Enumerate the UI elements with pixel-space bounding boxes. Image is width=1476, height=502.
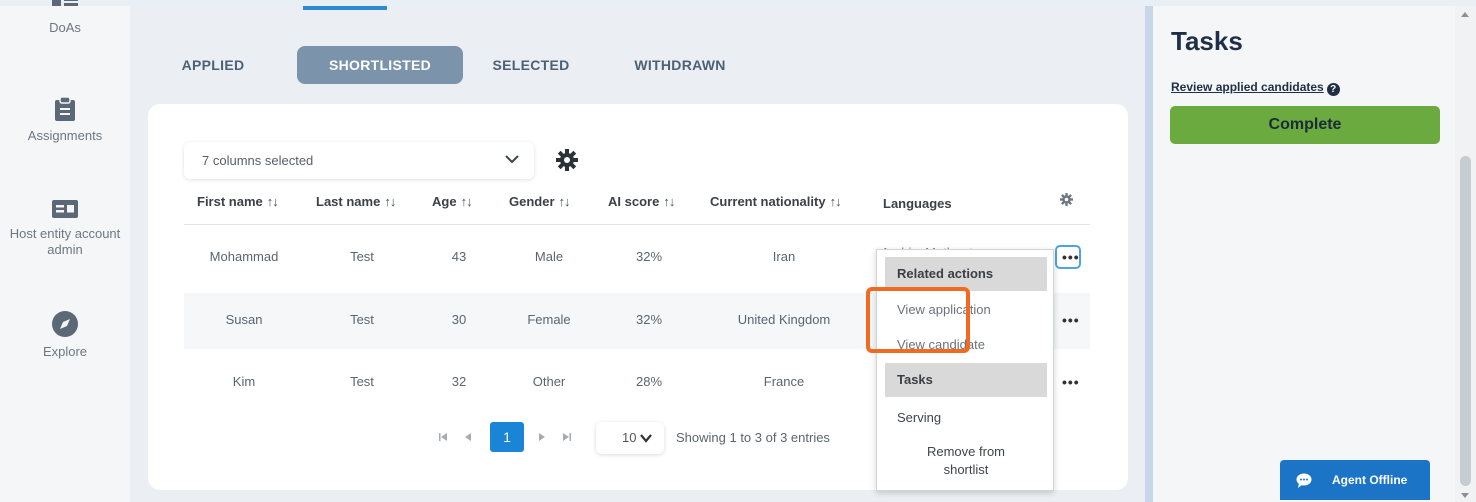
row-actions-button[interactable]: •••	[1062, 313, 1080, 327]
nav-label-explore: Explore	[42, 344, 88, 359]
column-header-ai-score[interactable]: AI score ↑↓	[608, 194, 675, 209]
menu-item-view-application[interactable]: View application	[897, 302, 991, 317]
cell-gender: Other	[532, 374, 566, 389]
tab-applied[interactable]: APPLIED	[168, 46, 258, 84]
cell-nationality: United Kingdom	[737, 312, 831, 327]
column-select-value: 7 columns selected	[202, 153, 314, 168]
column-header-last-name[interactable]: Last name ↑↓	[316, 194, 396, 209]
column-header-age[interactable]: Age ↑↓	[432, 194, 473, 209]
tasks-title: Tasks	[1171, 26, 1243, 56]
nav-item-explore[interactable]: Explore	[0, 310, 130, 360]
scrollbar-thumb[interactable]	[1460, 156, 1471, 486]
chat-status-label: Agent Offline	[1332, 473, 1408, 487]
next-page-icon[interactable]	[538, 432, 546, 442]
compass-icon	[52, 311, 78, 337]
clipboard-icon	[55, 96, 75, 121]
chat-widget[interactable]: Agent Offline	[1280, 460, 1430, 500]
pagination-summary: Showing 1 to 3 of 3 entries	[676, 430, 830, 445]
cell-age: 32	[451, 374, 467, 389]
cell-last-name: Test	[350, 312, 374, 327]
cell-ai-score: 32%	[635, 249, 663, 264]
nav-item-doas[interactable]: DoAs	[0, 0, 130, 36]
scrollbar[interactable]	[1455, 6, 1476, 502]
row-actions-button[interactable]: •••	[1062, 250, 1080, 264]
scroll-up-icon[interactable]	[1461, 12, 1469, 17]
cell-first-name: Kim	[232, 374, 256, 389]
cell-gender: Female	[527, 312, 571, 327]
tab-shortlisted[interactable]: SHORTLISTED	[297, 46, 463, 84]
sort-icon: ↑↓	[558, 194, 571, 209]
id-card-icon	[52, 200, 78, 218]
chevron-down-icon	[640, 434, 652, 443]
cell-first-name: Mohammad	[209, 249, 279, 264]
last-page-icon[interactable]	[562, 432, 572, 442]
column-settings-gear-icon[interactable]	[1060, 193, 1073, 206]
tasks-panel: Tasks Review applied candidates? Complet…	[1153, 6, 1455, 502]
chat-bubble-icon	[1296, 473, 1312, 488]
sort-icon: ↑↓	[829, 194, 842, 209]
row-actions-button[interactable]: •••	[1062, 375, 1080, 389]
menu-header-tasks: Tasks	[885, 363, 1047, 397]
cell-nationality: Iran	[772, 249, 796, 264]
review-applied-link[interactable]: Review applied candidates?	[1171, 80, 1340, 96]
nav-item-assignments[interactable]: Assignments	[0, 96, 130, 144]
page-button-current[interactable]: 1	[490, 422, 524, 452]
settings-gear-icon[interactable]	[556, 149, 578, 171]
cell-age: 43	[451, 249, 467, 264]
menu-item-remove-shortlist[interactable]: Remove from shortlist	[877, 443, 1055, 479]
chevron-down-icon	[505, 155, 519, 164]
menu-item-view-candidate[interactable]: View candidate	[897, 337, 985, 352]
nav-label-doas: DoAs	[49, 20, 81, 35]
cell-last-name: Test	[350, 249, 374, 264]
sort-icon: ↑↓	[663, 194, 675, 209]
row-actions-menu: Related actions View application View ca…	[876, 249, 1054, 491]
column-select[interactable]: 7 columns selected	[184, 142, 534, 179]
per-page-value: 10	[622, 430, 637, 445]
cell-first-name: Susan	[225, 312, 263, 327]
nav-item-host-entity[interactable]: Host entity account admin	[5, 198, 125, 258]
nav-label-assignments: Assignments	[27, 128, 103, 143]
prev-page-icon[interactable]	[464, 432, 472, 442]
per-page-select[interactable]: 10	[596, 422, 664, 454]
help-icon[interactable]: ?	[1326, 83, 1340, 96]
header-divider	[184, 224, 1090, 225]
column-header-languages: Languages	[883, 196, 952, 211]
scroll-down-icon[interactable]	[1461, 493, 1469, 498]
complete-button[interactable]: Complete	[1170, 106, 1440, 144]
menu-header-related-actions: Related actions	[885, 257, 1047, 291]
app-frame: DoAs Assignments Host entity account adm…	[0, 0, 1476, 502]
nav-label-host-entity: Host entity account admin	[9, 226, 121, 257]
sort-icon: ↑↓	[460, 194, 473, 209]
menu-item-serving[interactable]: Serving	[897, 410, 941, 425]
tab-selected[interactable]: SELECTED	[480, 46, 582, 84]
cell-ai-score: 32%	[635, 312, 663, 327]
cell-age: 30	[451, 312, 467, 327]
sort-icon: ↑↓	[384, 194, 396, 209]
column-header-gender[interactable]: Gender ↑↓	[509, 194, 571, 209]
sort-icon: ↑↓	[266, 194, 279, 209]
tab-withdrawn[interactable]: WITHDRAWN	[620, 46, 740, 84]
cell-ai-score: 28%	[635, 374, 663, 389]
column-header-nationality[interactable]: Current nationality ↑↓	[710, 194, 842, 209]
cell-gender: Male	[534, 249, 564, 264]
cell-nationality: France	[763, 374, 805, 389]
cell-last-name: Test	[350, 374, 374, 389]
column-header-first-name[interactable]: First name ↑↓	[197, 194, 279, 209]
panel-divider	[1145, 6, 1153, 502]
first-page-icon[interactable]	[438, 432, 448, 442]
left-nav: DoAs Assignments Host entity account adm…	[0, 0, 130, 502]
top-tab-indicator	[303, 6, 387, 10]
list-icon	[52, 0, 78, 6]
